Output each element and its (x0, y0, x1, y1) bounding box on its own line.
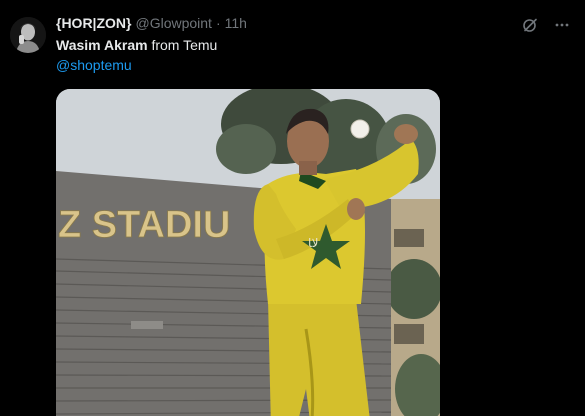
tweet-media[interactable]: Z STADIU ﻻﺎ (56, 89, 440, 416)
tweet-header: {HOR|ZON} @Glowpoint · 11h (56, 14, 573, 32)
separator-dot: · (215, 15, 221, 31)
user-handle[interactable]: @Glowpoint (135, 14, 211, 32)
avatar[interactable] (10, 17, 46, 53)
avatar-image (10, 17, 46, 53)
media-photo: Z STADIU ﻻﺎ (56, 89, 440, 416)
stadium-sign-text: Z STADIU (58, 204, 230, 246)
tweet[interactable]: {HOR|ZON} @Glowpoint · 11h Wasim Akram f… (0, 0, 585, 416)
header-actions (519, 14, 573, 36)
tweet-text-rest: from Temu (147, 37, 218, 53)
more-icon[interactable] (551, 14, 573, 36)
tweet-timestamp[interactable]: 11h (225, 14, 247, 32)
tweet-body: {HOR|ZON} @Glowpoint · 11h Wasim Akram f… (56, 14, 573, 75)
tweet-text-bold: Wasim Akram (56, 37, 148, 53)
grok-icon[interactable] (519, 14, 541, 36)
display-name[interactable]: {HOR|ZON} (56, 14, 131, 32)
jersey-text: ﻻﺎ (308, 236, 319, 250)
mention-link[interactable]: @shoptemu (56, 55, 573, 75)
tweet-text: Wasim Akram from Temu (56, 35, 573, 55)
